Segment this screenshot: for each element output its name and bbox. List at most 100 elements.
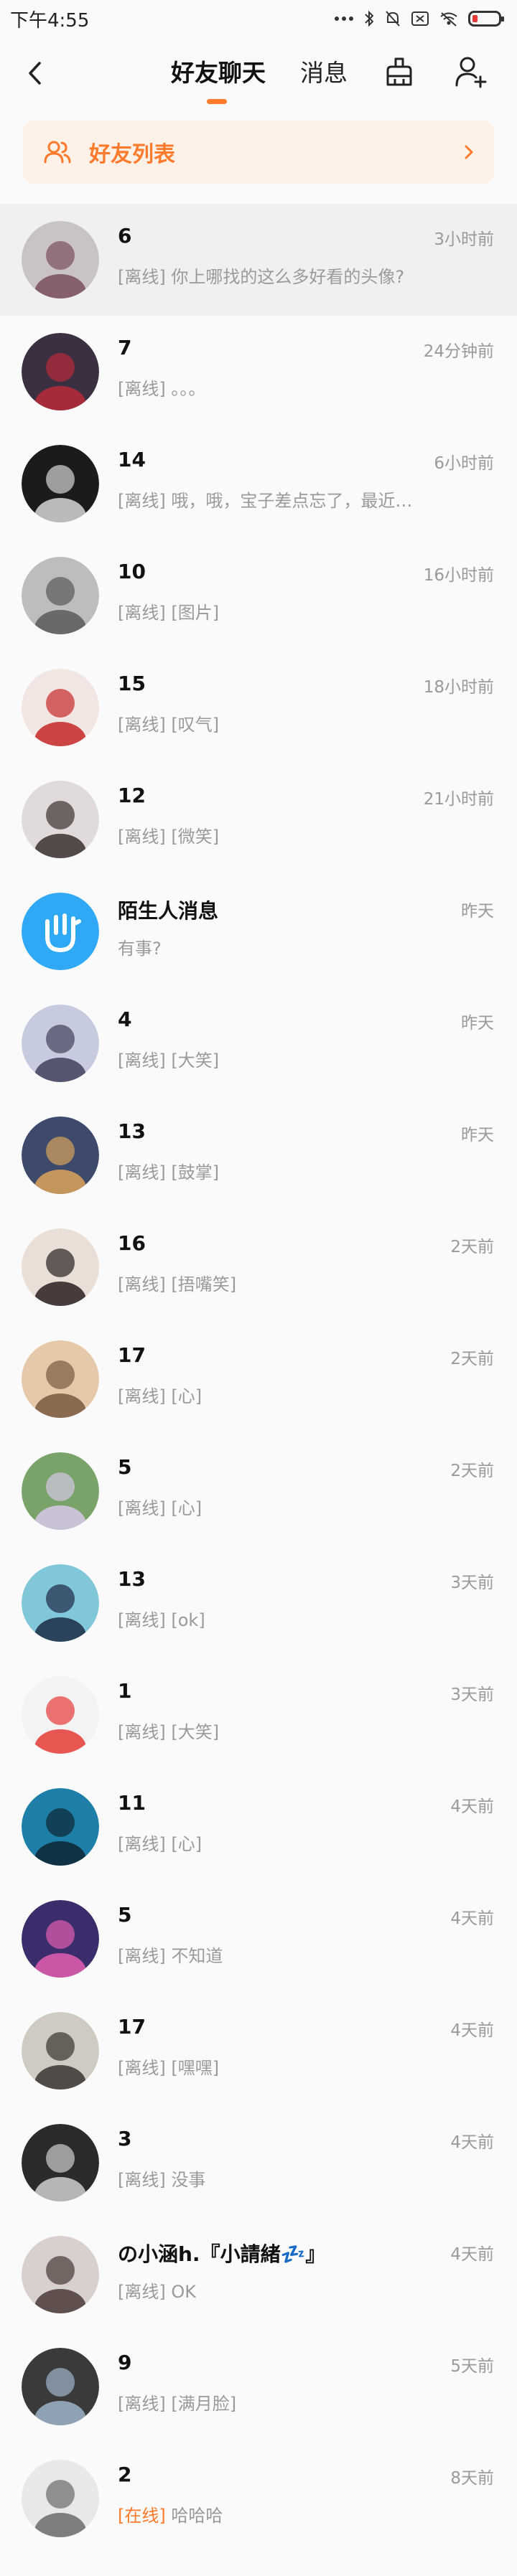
contact-name: 13 xyxy=(118,1567,146,1591)
presence-status: [离线] xyxy=(118,1386,166,1406)
avatar[interactable] xyxy=(22,2124,99,2201)
last-message: 没事 xyxy=(171,2170,206,2190)
tab-messages[interactable]: 消息 xyxy=(300,53,348,93)
contact-name: 6 xyxy=(118,224,132,248)
avatar[interactable] xyxy=(22,2012,99,2090)
avatar[interactable] xyxy=(22,1117,99,1194)
presence-status: [离线] xyxy=(118,1722,166,1742)
broom-icon xyxy=(386,57,412,86)
message-time: 8天前 xyxy=(450,2469,494,2488)
message-preview: [离线] [大笑] xyxy=(118,1718,219,1743)
avatar[interactable] xyxy=(22,1676,99,1754)
avatar[interactable] xyxy=(22,1788,99,1866)
avatar[interactable] xyxy=(22,1564,99,1642)
message-time: 昨天 xyxy=(461,1126,494,1144)
friend-list-label: 好友列表 xyxy=(89,142,175,167)
conversation-row[interactable]: 15 18小时前 [离线] [叹气] xyxy=(0,652,517,763)
last-message: [满月脸] xyxy=(171,2394,237,2414)
presence-status: [离线] xyxy=(118,491,166,511)
message-preview: [离线] 你上哪找的这么多好看的头像? xyxy=(118,263,404,288)
status-icons xyxy=(335,10,504,27)
conversation-row[interactable]: 17 2天前 [离线] [心] xyxy=(0,1323,517,1435)
avatar[interactable] xyxy=(22,221,99,299)
avatar[interactable] xyxy=(22,1340,99,1418)
conversation-row[interactable]: 5 2天前 [离线] [心] xyxy=(0,1435,517,1547)
avatar[interactable] xyxy=(22,445,99,522)
conversation-row[interactable]: の小涵h.『小請緒💤』 4天前 [离线] OK xyxy=(0,2219,517,2331)
message-preview: [离线] [图片] xyxy=(118,598,219,624)
conversation-row[interactable]: 10 16小时前 [离线] [图片] xyxy=(0,540,517,652)
last-message: 你上哪找的这么多好看的头像? xyxy=(171,267,405,287)
avatar[interactable] xyxy=(22,2236,99,2313)
avatar[interactable] xyxy=(22,781,99,858)
last-message: [ok] xyxy=(171,1610,205,1630)
contact-name: 14 xyxy=(118,448,146,471)
tab-active-indicator xyxy=(207,99,227,104)
avatar[interactable] xyxy=(22,1900,99,1978)
conversation-row[interactable]: 16 2天前 [离线] [捂嘴笑] xyxy=(0,1211,517,1323)
message-preview: [离线] [嘿嘿] xyxy=(118,2054,219,2079)
message-preview: [离线] [心] xyxy=(118,1830,202,1855)
message-time: 18小时前 xyxy=(423,678,494,697)
conversation-row[interactable]: 17 4天前 [离线] [嘿嘿] xyxy=(0,1995,517,2107)
conversation-row[interactable]: 6 3小时前 [离线] 你上哪找的这么多好看的头像? xyxy=(0,204,517,316)
message-time: 4天前 xyxy=(450,2021,494,2040)
last-message: [大笑] xyxy=(171,1722,220,1742)
conversation-row[interactable]: 7 24分钟前 [离线] 。。。 xyxy=(0,316,517,428)
avatar[interactable] xyxy=(22,557,99,634)
message-preview: [离线] 没事 xyxy=(118,2166,205,2191)
last-message: [心] xyxy=(171,1386,202,1406)
avatar[interactable] xyxy=(22,1452,99,1530)
last-message: 哦，哦，宝子差点忘了，最近在清... xyxy=(171,491,427,511)
last-message: 哈哈哈 xyxy=(171,2506,223,2526)
tab-friend-chat[interactable]: 好友聊天 xyxy=(171,53,266,93)
avatar[interactable] xyxy=(22,1228,99,1306)
friend-list-entry[interactable]: 好友列表 xyxy=(23,121,494,184)
avatar[interactable] xyxy=(22,1005,99,1082)
presence-status: [离线] xyxy=(118,379,166,399)
conversation-row[interactable]: 5 4天前 [离线] 不知道 xyxy=(0,1883,517,1995)
message-time: 3天前 xyxy=(450,1686,494,1704)
stranger-messages-icon[interactable] xyxy=(22,893,99,970)
avatar[interactable] xyxy=(22,669,99,746)
conversation-row[interactable]: 13 昨天 [离线] [鼓掌] xyxy=(0,1099,517,1211)
conversation-row[interactable]: 3 4天前 [离线] 没事 xyxy=(0,2107,517,2219)
conversation-row[interactable]: 12 21小时前 [离线] [微笑] xyxy=(0,763,517,875)
contact-name: 2 xyxy=(118,2463,132,2486)
presence-status: [离线] xyxy=(118,1946,166,1966)
conversation-row[interactable]: 4 昨天 [离线] [大笑] xyxy=(0,987,517,1099)
conversation-row[interactable]: 2 8天前 [在线] 哈哈哈 xyxy=(0,2443,517,2554)
contact-name: 11 xyxy=(118,1791,146,1815)
message-preview: [离线] [满月脸] xyxy=(118,2389,236,2415)
contact-name: 10 xyxy=(118,560,146,583)
conversation-row[interactable]: 1 3天前 [离线] [大笑] xyxy=(0,1659,517,1771)
conversation-row[interactable]: 14 6小时前 [离线] 哦，哦，宝子差点忘了，最近在清... xyxy=(0,428,517,540)
message-time: 3小时前 xyxy=(434,230,494,249)
message-preview: [离线] [微笑] xyxy=(118,822,219,847)
back-button[interactable] xyxy=(20,55,49,92)
clear-button[interactable] xyxy=(379,50,419,93)
avatar[interactable] xyxy=(22,2348,99,2425)
avatar[interactable] xyxy=(22,2460,99,2537)
presence-status: [离线] xyxy=(118,2394,166,2414)
add-friend-button[interactable] xyxy=(451,50,491,93)
conversation-list: 6 3小时前 [离线] 你上哪找的这么多好看的头像? 7 24分钟前 [离线] 。。。 14… xyxy=(0,204,517,2554)
chevron-left-icon xyxy=(29,62,41,85)
presence-status: [离线] xyxy=(118,1610,166,1630)
contact-name: 15 xyxy=(118,672,146,695)
last-message: 。。。 xyxy=(171,379,206,399)
last-message: 有事? xyxy=(118,939,162,959)
message-preview: [离线] 哦，哦，宝子差点忘了，最近在清... xyxy=(118,486,427,512)
contact-name: 17 xyxy=(118,1343,146,1367)
contact-name: 4 xyxy=(118,1007,132,1031)
conversation-row[interactable]: 11 4天前 [离线] [心] xyxy=(0,1771,517,1883)
avatar[interactable] xyxy=(22,333,99,410)
header: 好友聊天 消息 xyxy=(0,37,517,111)
contact-name: 陌生人消息 xyxy=(118,899,219,923)
conversation-row[interactable]: 9 5天前 [离线] [满月脸] xyxy=(0,2331,517,2443)
contact-name: 5 xyxy=(118,1455,132,1479)
last-message: [嘿嘿] xyxy=(171,2058,220,2078)
conversation-row[interactable]: 13 3天前 [离线] [ok] xyxy=(0,1547,517,1659)
contact-name: 17 xyxy=(118,2015,146,2039)
conversation-row[interactable]: 陌生人消息 昨天 有事? xyxy=(0,875,517,987)
